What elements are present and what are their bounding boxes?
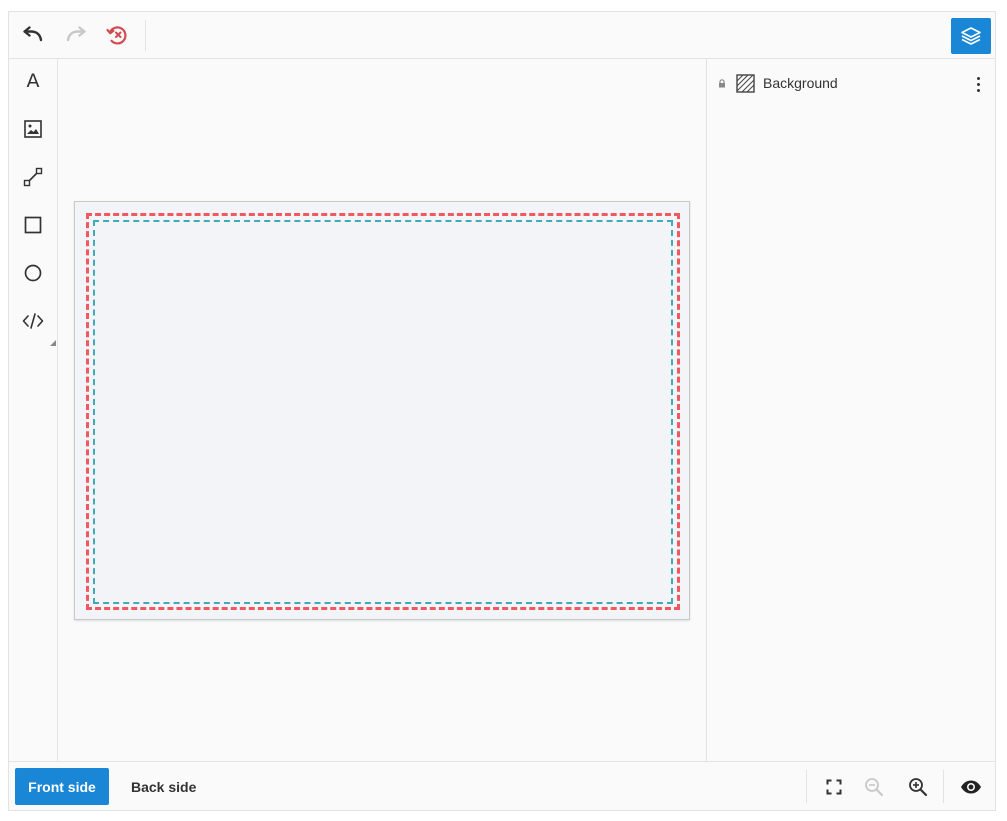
front-side-tab[interactable]: Front side [15,768,109,805]
square-icon [24,216,42,234]
layers-toggle-button[interactable] [951,18,991,54]
layer-options-menu[interactable] [971,74,985,94]
code-tool[interactable] [19,307,47,335]
toolbar-divider [145,20,146,51]
zoom-in-icon [909,778,928,797]
fullscreen-button[interactable] [821,774,847,800]
tool-sidebar: A [9,59,58,761]
text-icon: A [26,70,40,92]
image-icon [24,120,42,138]
layers-panel: Background [706,59,995,761]
redo-icon [66,26,86,42]
bottom-toolbar: Front side Back side [9,761,995,810]
canvas-workspace [58,59,706,761]
lock-icon [719,79,725,88]
undo-icon [23,26,43,42]
layers-icon [961,27,981,45]
text-tool[interactable]: A [19,67,47,95]
layer-label: Background [763,75,838,91]
zoom-out-button[interactable] [861,774,887,800]
zoom-in-button[interactable] [905,774,931,800]
history-reset-icon [106,26,127,45]
reset-history-button[interactable] [103,22,131,48]
rectangle-tool[interactable] [19,211,47,239]
image-tool[interactable] [19,115,47,143]
eye-icon [961,780,981,794]
circle-icon [24,264,42,282]
layer-item-background[interactable]: Background [707,69,996,99]
bottom-divider [943,770,944,803]
redo-button[interactable] [62,22,90,48]
more-tools-indicator[interactable] [50,340,56,346]
code-icon [22,313,44,329]
top-toolbar [9,12,995,59]
safe-area-guide [93,220,673,604]
undo-button[interactable] [19,22,47,48]
preview-button[interactable] [958,774,984,800]
bottom-divider [806,770,807,803]
background-layer-icon [736,74,755,93]
fullscreen-icon [826,779,842,795]
design-editor: A Background Front side Back side [8,11,996,811]
card-canvas[interactable] [74,201,690,620]
ellipse-tool[interactable] [19,259,47,287]
line-icon [23,167,43,187]
line-tool[interactable] [19,163,47,191]
back-side-tab[interactable]: Back side [115,768,212,805]
zoom-out-icon [865,778,884,797]
